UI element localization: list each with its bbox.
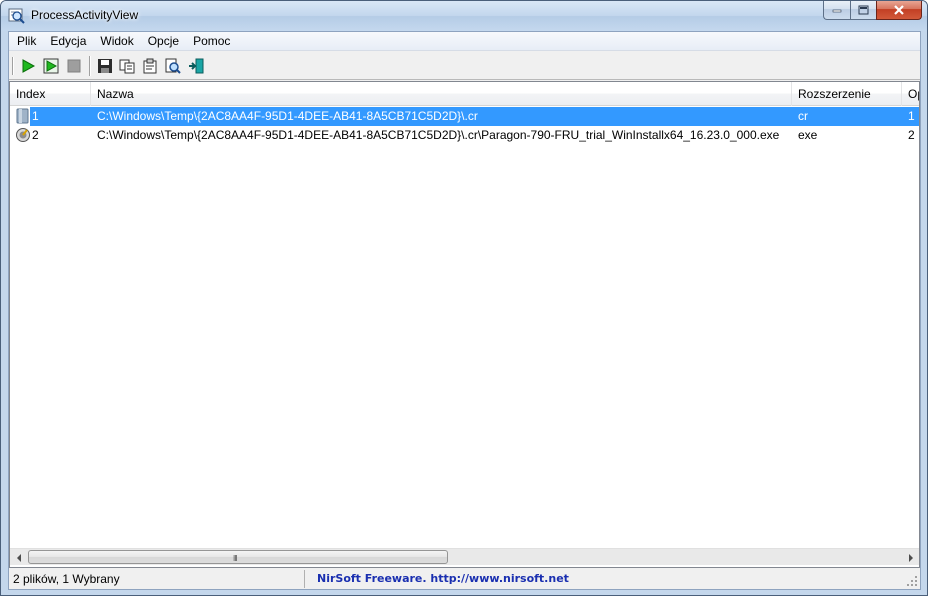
- minimize-button[interactable]: [823, 1, 850, 20]
- table-row[interactable]: 1 C:\Windows\Temp\{2AC8AA4F-95D1-4DEE-AB…: [10, 107, 919, 126]
- scroll-left-button[interactable]: [10, 549, 27, 566]
- column-header-rozszerzenie[interactable]: Rozszerzenie: [792, 82, 902, 106]
- folder-icon: [16, 108, 29, 124]
- status-bar: 2 plików, 1 Wybrany NirSoft Freeware. ht…: [9, 569, 920, 589]
- app-window: ProcessActivityView Plik Edycja Widok Op…: [0, 0, 928, 596]
- maximize-button[interactable]: [850, 1, 876, 20]
- save-button[interactable]: [95, 56, 115, 76]
- start-again-button[interactable]: [41, 56, 61, 76]
- menu-widok[interactable]: Widok: [93, 32, 140, 51]
- close-icon: [894, 5, 904, 15]
- properties-icon: [143, 58, 157, 74]
- menu-plik[interactable]: Plik: [10, 32, 43, 51]
- caption-buttons: [823, 1, 922, 21]
- maximize-icon: [858, 5, 869, 15]
- app-magnifier-icon: [8, 8, 25, 24]
- toolbar-grip[interactable]: [12, 57, 14, 75]
- cell-op: 1: [902, 107, 919, 126]
- toolbar-separator: [89, 56, 91, 76]
- column-header-index[interactable]: Index: [10, 82, 91, 106]
- copy-button[interactable]: [117, 56, 137, 76]
- file-list[interactable]: Index Nazwa Rozszerzenie Op 1 C:\Windows…: [9, 81, 920, 568]
- close-button[interactable]: [876, 1, 922, 20]
- find-button[interactable]: [163, 56, 183, 76]
- copy-icon: [119, 59, 135, 74]
- table-row[interactable]: 2 C:\Windows\Temp\{2AC8AA4F-95D1-4DEE-AB…: [10, 126, 919, 145]
- cell-extension: cr: [792, 107, 902, 126]
- resize-grip-icon[interactable]: [906, 575, 918, 587]
- scroll-thumb-grip: III: [233, 554, 238, 563]
- status-summary: 2 plików, 1 Wybrany: [9, 570, 305, 588]
- save-icon: [98, 59, 112, 73]
- cell-name: C:\Windows\Temp\{2AC8AA4F-95D1-4DEE-AB41…: [91, 107, 792, 126]
- minimize-icon: [832, 9, 842, 13]
- menu-opcje[interactable]: Opcje: [141, 32, 186, 51]
- exit-icon: [189, 58, 204, 74]
- cell-name: C:\Windows\Temp\{2AC8AA4F-95D1-4DEE-AB41…: [97, 128, 780, 142]
- cell-extension: exe: [798, 128, 818, 142]
- arrow-left-icon: [16, 553, 21, 562]
- window-title: ProcessActivityView: [31, 8, 139, 22]
- cell-index: 1: [30, 107, 91, 126]
- menu-edycja[interactable]: Edycja: [43, 32, 93, 51]
- client-area: Plik Edycja Widok Opcje Pomoc Index Nazw…: [8, 31, 921, 590]
- column-header-nazwa[interactable]: Nazwa: [91, 82, 792, 106]
- scroll-right-button[interactable]: [902, 549, 919, 566]
- cell-index: 2: [32, 128, 39, 142]
- stop-button[interactable]: [64, 56, 84, 76]
- menu-pomoc[interactable]: Pomoc: [186, 32, 237, 51]
- horizontal-scrollbar[interactable]: III: [10, 548, 919, 565]
- play-refresh-icon: [43, 58, 59, 74]
- arrow-right-icon: [908, 553, 913, 562]
- nirsoft-link[interactable]: NirSoft Freeware. http://www.nirsoft.net: [317, 570, 569, 588]
- setup-exe-icon: [16, 128, 30, 142]
- find-icon: [165, 58, 181, 74]
- stop-icon: [67, 59, 81, 73]
- cell-op: 2: [908, 128, 915, 142]
- column-header-op[interactable]: Op: [902, 82, 919, 106]
- play-icon: [22, 59, 36, 73]
- properties-button[interactable]: [140, 56, 160, 76]
- start-button[interactable]: [18, 56, 38, 76]
- title-bar[interactable]: ProcessActivityView: [1, 1, 927, 31]
- menu-bar: Plik Edycja Widok Opcje Pomoc: [9, 32, 920, 51]
- exit-button[interactable]: [186, 56, 206, 76]
- scroll-thumb[interactable]: III: [28, 550, 448, 564]
- toolbar: [9, 52, 920, 80]
- list-header: Index Nazwa Rozszerzenie Op: [10, 82, 919, 106]
